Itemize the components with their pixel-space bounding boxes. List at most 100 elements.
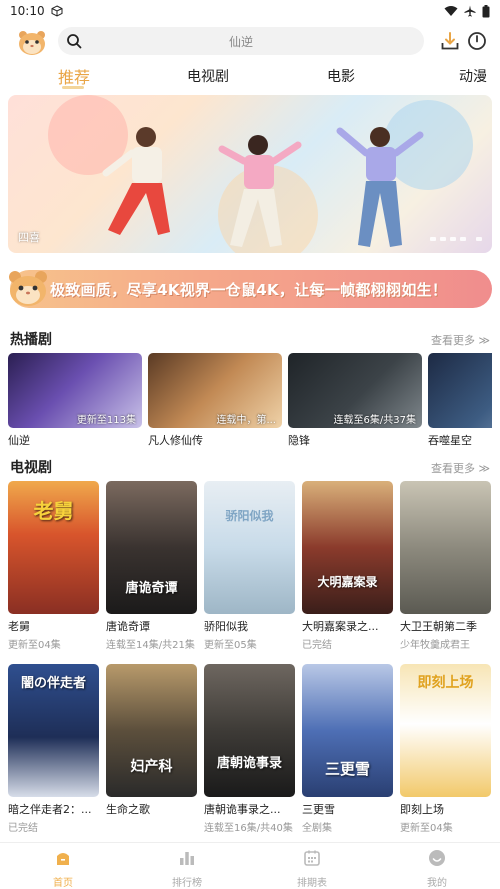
banner-illustration bbox=[48, 95, 473, 253]
poster-title: 唐朝诡事录 bbox=[216, 756, 282, 771]
hot-card[interactable]: 吞噬星空 bbox=[428, 353, 492, 449]
tv-card[interactable]: 即刻上场 即刻上场 更新至04集 bbox=[400, 664, 491, 834]
poster-title: 闇の伴走者 bbox=[20, 676, 86, 691]
active-tab-indicator bbox=[62, 86, 84, 89]
tv-subtitle: 更新至04集 bbox=[8, 640, 61, 651]
episode-badge: 更新至113集 bbox=[76, 415, 136, 426]
tv-poster: 三更雪 bbox=[302, 664, 393, 797]
tv-card[interactable]: 骄阳似我 骄阳似我 更新至05集 bbox=[204, 481, 295, 651]
banner-dot[interactable] bbox=[476, 237, 482, 241]
airplane-icon bbox=[464, 5, 476, 17]
tv-subtitle: 已完结 bbox=[302, 640, 332, 651]
tv-card[interactable]: 大卫王朝第二季 少年牧羹成君王 bbox=[400, 481, 491, 651]
smile-icon bbox=[429, 850, 445, 866]
tab-anime[interactable]: 动漫 bbox=[459, 66, 487, 86]
nav-profile[interactable]: 我的 bbox=[407, 849, 467, 889]
tv-poster: 老舅 bbox=[8, 481, 99, 614]
tv-more-label: 查看更多 bbox=[430, 462, 475, 475]
tv-subtitle: 少年牧羹成君王 bbox=[400, 640, 470, 651]
search-placeholder: 仙逆 bbox=[228, 34, 253, 49]
tv-poster: 妇产科 bbox=[106, 664, 197, 797]
tab-tv-series[interactable]: 电视剧 bbox=[187, 66, 229, 86]
hot-thumbnail: 连载至6集/共37集 bbox=[288, 353, 422, 428]
hot-card[interactable]: 连载至6集/共37集 隐锋 bbox=[288, 353, 422, 449]
nav-label: 首页 bbox=[53, 878, 73, 889]
tv-card[interactable]: 唐朝诡事录 唐朝诡事录之... 连载至16集/共40集 bbox=[204, 664, 295, 834]
tv-title: 生命之歌 bbox=[106, 803, 150, 816]
section-title-hot: 热播剧 bbox=[10, 332, 52, 348]
hamster-mascot-icon bbox=[9, 271, 47, 306]
hot-thumbnail: 更新至113集 bbox=[8, 353, 142, 428]
banner-caption: 四喜 bbox=[18, 231, 40, 244]
tv-title: 暗之伴走者2：... bbox=[8, 803, 92, 816]
tv-subtitle: 全剧集 bbox=[302, 823, 332, 834]
tv-title: 大明嘉案录之... bbox=[302, 620, 379, 633]
tv-title: 大卫王朝第二季 bbox=[400, 620, 477, 633]
tv-subtitle: 连载至14集/共21集 bbox=[106, 640, 195, 651]
tv-card[interactable]: 三更雪 三更雪 全剧集 bbox=[302, 664, 393, 834]
episode-badge: 连载中，第... bbox=[216, 415, 276, 426]
tv-poster bbox=[400, 481, 491, 614]
tab-movies[interactable]: 电影 bbox=[327, 66, 355, 86]
hot-thumbnail: 连载中，第... bbox=[148, 353, 282, 428]
tv-title: 唐朝诡事录之... bbox=[204, 803, 281, 816]
poster-title: 妇产科 bbox=[130, 759, 173, 775]
home-icon bbox=[57, 853, 69, 865]
battery-icon bbox=[482, 4, 490, 17]
tv-title: 老舅 bbox=[8, 620, 30, 633]
banner-dot[interactable] bbox=[430, 237, 436, 241]
tv-poster: 唐诡奇谭 bbox=[106, 481, 197, 614]
poster-title: 老舅 bbox=[33, 499, 74, 523]
nav-home[interactable]: 首页 bbox=[33, 849, 93, 889]
tv-card[interactable]: 闇の伴走者 暗之伴走者2：... 已完结 bbox=[8, 664, 99, 834]
poster-title: 即刻上场 bbox=[417, 675, 474, 691]
tv-poster: 骄阳似我 bbox=[204, 481, 295, 614]
tab-recommend[interactable]: 推荐 bbox=[58, 64, 90, 88]
promo-banner[interactable]: 极致画质，尽享4K视界一仓鼠4K，让每一帧都栩栩如生！ bbox=[9, 270, 492, 308]
hero-banner[interactable]: 四喜 bbox=[8, 95, 492, 253]
hot-thumbnail bbox=[428, 353, 492, 428]
hot-card[interactable]: 连载中，第... 凡人修仙传 bbox=[148, 353, 282, 449]
hot-card[interactable]: 更新至113集 仙逆 bbox=[8, 353, 142, 449]
tv-card[interactable]: 大明嘉案录 大明嘉案录之... 已完结 bbox=[302, 481, 393, 651]
tv-poster: 即刻上场 bbox=[400, 664, 491, 797]
banner-dot[interactable] bbox=[440, 237, 446, 241]
tv-poster: 大明嘉案录 bbox=[302, 481, 393, 614]
tv-more-link[interactable]: 查看更多 ≫ bbox=[431, 460, 490, 476]
banner-dot[interactable] bbox=[450, 237, 456, 241]
tv-title: 三更雪 bbox=[302, 803, 335, 816]
hot-more-link[interactable]: 查看更多 ≫ bbox=[431, 332, 490, 348]
tv-card[interactable]: 妇产科 生命之歌 bbox=[106, 664, 197, 819]
calendar-icon bbox=[304, 850, 320, 866]
tv-title: 骄阳似我 bbox=[204, 620, 248, 633]
tv-card[interactable]: 老舅 老舅 更新至04集 bbox=[8, 481, 99, 651]
poster-title: 三更雪 bbox=[324, 760, 370, 778]
episode-badge: 连载至6集/共37集 bbox=[333, 415, 416, 426]
bottom-nav: 首页 排行榜 排期表 我的 bbox=[0, 842, 500, 889]
banner-dot[interactable] bbox=[460, 237, 466, 241]
promo-text: 极致画质，尽享4K视界一仓鼠4K，让每一帧都栩栩如生！ bbox=[50, 281, 448, 299]
hot-more-label: 查看更多 bbox=[430, 334, 475, 347]
tv-title: 即刻上场 bbox=[400, 803, 444, 816]
download-icon[interactable] bbox=[440, 31, 460, 51]
poster-title: 大明嘉案录 bbox=[317, 575, 378, 589]
status-time: 10:10 bbox=[10, 4, 45, 18]
category-tabs: 推荐 电视剧 电影 动漫 bbox=[0, 62, 500, 92]
banner-pagination[interactable] bbox=[430, 237, 482, 241]
hamster-logo[interactable] bbox=[16, 26, 48, 58]
nav-label: 我的 bbox=[427, 878, 447, 889]
bar-chart-icon bbox=[180, 852, 194, 865]
nav-schedule[interactable]: 排期表 bbox=[282, 849, 342, 889]
top-bar: 仙逆 bbox=[0, 22, 500, 62]
hot-title: 吞噬星空 bbox=[428, 434, 472, 447]
nav-label: 排行榜 bbox=[172, 878, 202, 889]
tv-subtitle: 更新至05集 bbox=[204, 640, 257, 651]
search-bar[interactable]: 仙逆 bbox=[58, 27, 424, 55]
history-icon[interactable] bbox=[467, 31, 487, 51]
nav-ranking[interactable]: 排行榜 bbox=[157, 849, 217, 889]
tv-poster: 唐朝诡事录 bbox=[204, 664, 295, 797]
hot-title: 隐锋 bbox=[288, 434, 310, 447]
tv-card[interactable]: 唐诡奇谭 唐诡奇谭 连载至14集/共21集 bbox=[106, 481, 197, 651]
tv-poster: 闇の伴走者 bbox=[8, 664, 99, 797]
wifi-icon bbox=[444, 6, 458, 16]
